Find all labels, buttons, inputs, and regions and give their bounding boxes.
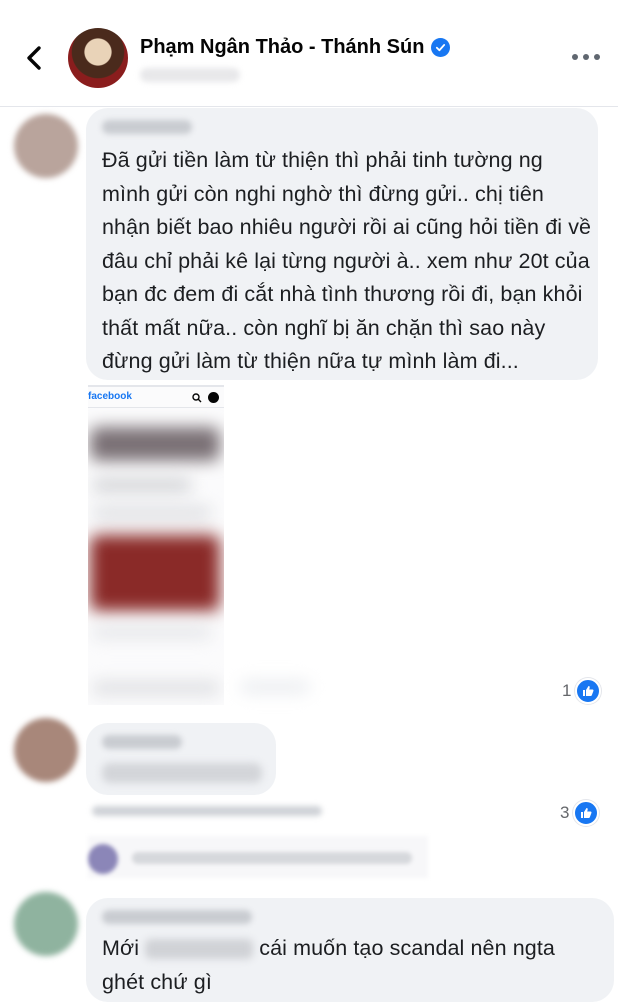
more-options-button[interactable] bbox=[564, 44, 608, 70]
like-reaction-icon bbox=[573, 800, 600, 826]
blurred-commenter-name bbox=[102, 735, 182, 749]
facebook-logo: facebook bbox=[88, 391, 132, 402]
blurred-post-image bbox=[90, 535, 220, 611]
attached-screenshot[interactable]: facebook bbox=[88, 385, 224, 705]
status-bar bbox=[88, 385, 224, 387]
back-button[interactable] bbox=[14, 38, 54, 78]
chevron-left-icon bbox=[27, 46, 41, 70]
comment-text: Đã gửi tiền làm từ thiện thì phải tinh t… bbox=[102, 148, 592, 373]
comment-actions-blurred bbox=[92, 806, 322, 816]
page-header: Phạm Ngân Thảo - Thánh Sún bbox=[0, 0, 618, 107]
comment-text: Mới cái muốn tạo scandal nên ngta ghét c… bbox=[102, 936, 555, 994]
more-horizontal-icon bbox=[572, 54, 578, 60]
page-name: Phạm Ngân Thảo - Thánh Sún bbox=[140, 36, 425, 58]
blurred-subtitle bbox=[140, 68, 240, 82]
like-reaction-icon bbox=[575, 678, 602, 704]
blurred-comment-text bbox=[102, 763, 262, 783]
blurred-reply-preview[interactable] bbox=[88, 836, 428, 878]
verified-badge-icon bbox=[431, 38, 451, 57]
comment-bubble[interactable]: Đã gửi tiền làm từ thiện thì phải tinh t… bbox=[86, 108, 598, 380]
comment-bubble[interactable]: Mới cái muốn tạo scandal nên ngta ghét c… bbox=[86, 898, 614, 1002]
commenter-avatar[interactable] bbox=[14, 892, 78, 956]
commenter-avatar[interactable] bbox=[14, 718, 78, 782]
blurred-post-header bbox=[90, 427, 220, 461]
page-title[interactable]: Phạm Ngân Thảo - Thánh Sún bbox=[140, 36, 451, 59]
search-icon bbox=[192, 393, 202, 403]
blurred-commenter-name bbox=[102, 120, 192, 134]
commenter-avatar[interactable] bbox=[14, 114, 78, 178]
page-avatar[interactable] bbox=[68, 28, 128, 88]
comment-bubble[interactable] bbox=[86, 723, 276, 795]
reaction-count[interactable]: 1 bbox=[562, 678, 602, 704]
messenger-icon bbox=[208, 392, 219, 403]
blurred-commenter-name bbox=[102, 910, 252, 924]
blurred-word bbox=[145, 939, 254, 960]
reaction-count[interactable]: 3 bbox=[560, 800, 600, 826]
